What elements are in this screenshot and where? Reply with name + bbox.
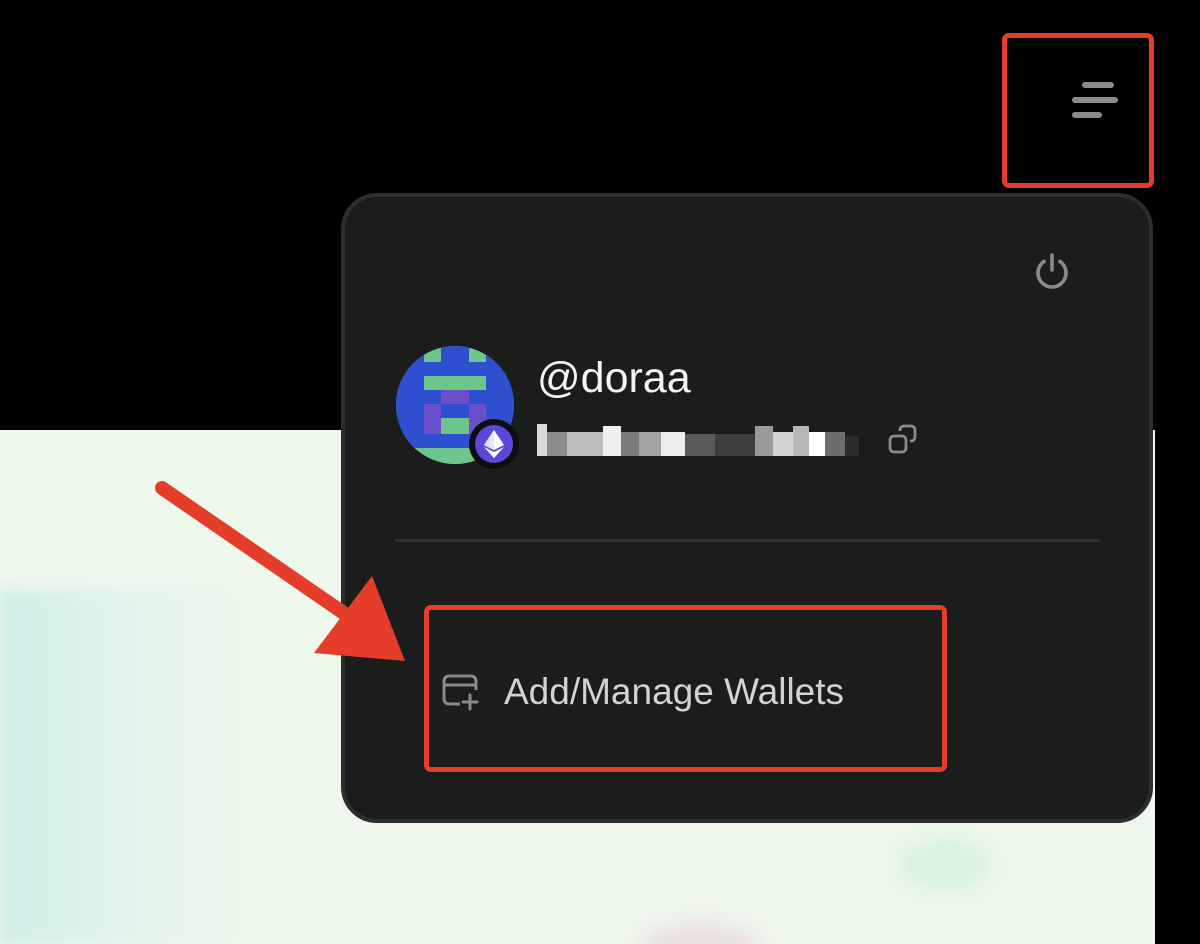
hamburger-menu-icon	[1072, 97, 1118, 103]
menu-button[interactable]	[1060, 72, 1134, 128]
hamburger-menu-icon	[1072, 112, 1102, 118]
add-manage-wallets-label: Add/Manage Wallets	[504, 671, 845, 712]
screen: @doraa Add/Manage Wallets	[0, 0, 1200, 944]
page-gradient-glow	[0, 590, 240, 944]
chain-badge	[469, 419, 519, 469]
menu-divider	[395, 539, 1100, 542]
ethereum-icon	[484, 430, 504, 458]
wallet-add-icon	[442, 674, 479, 711]
redacted-wallet-address	[537, 424, 859, 456]
copy-address-button[interactable]	[880, 420, 926, 462]
username: @doraa	[537, 354, 691, 402]
hamburger-menu-icon	[1082, 82, 1114, 88]
page-gradient-spot	[900, 840, 990, 890]
disconnect-button[interactable]	[1025, 247, 1079, 297]
add-manage-wallets-button[interactable]: Add/Manage Wallets	[440, 650, 844, 734]
copy-icon	[888, 424, 917, 454]
power-icon	[1036, 253, 1068, 289]
